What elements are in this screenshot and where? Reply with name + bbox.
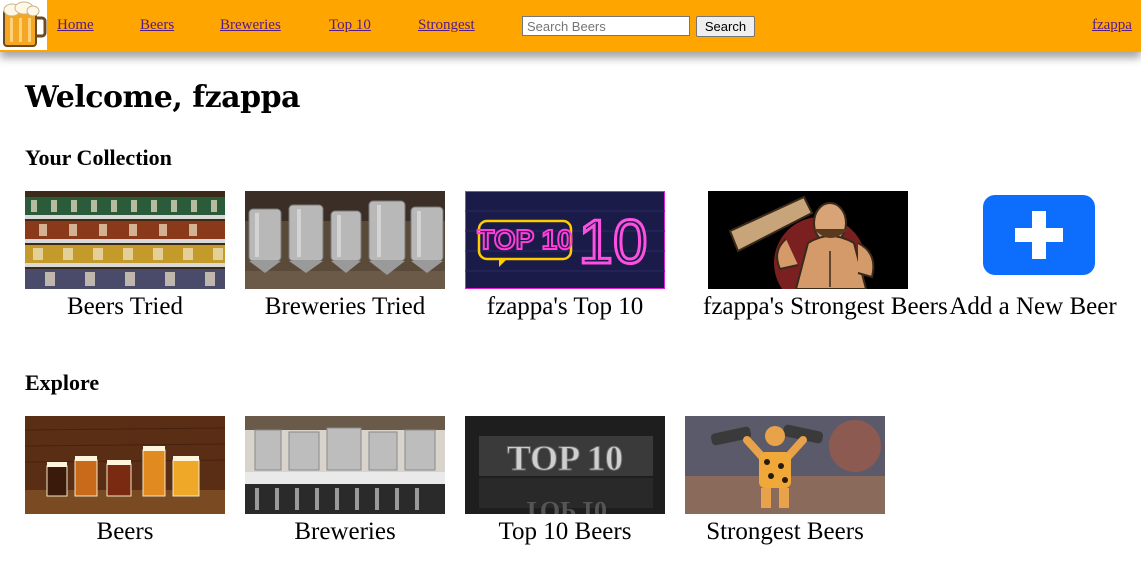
explore-tile-strongest-beers[interactable]: Strongest Beers <box>680 416 890 546</box>
tile-caption: Breweries Tried <box>264 293 426 320</box>
beer-shelves-image <box>25 191 225 289</box>
top-nav-bar: Home Beers Breweries Top 10 Strongest Se… <box>0 0 1141 52</box>
explore-tile-beers[interactable]: Beers <box>20 416 230 546</box>
brewery-bar-image <box>245 416 445 514</box>
top10-neon-text: TOP 10 <box>477 224 572 255</box>
collection-tile-strongest-beers[interactable]: fzappa's Strongest Beers <box>703 191 948 321</box>
nav-link-top-10[interactable]: Top 10 <box>329 17 371 34</box>
brewery-tanks-image <box>245 191 445 289</box>
nav-link-home[interactable]: Home <box>57 17 94 34</box>
nav-link-breweries[interactable]: Breweries <box>220 17 281 34</box>
strongman-image <box>708 191 908 289</box>
tile-caption: Beers Tried <box>67 293 183 320</box>
explore-tile-breweries[interactable]: Breweries <box>240 416 450 546</box>
collection-tile-add-new-beer[interactable]: Add a New Beer <box>928 191 1138 321</box>
explore-tile-top-10-beers[interactable]: TOP 10 TOP 10 Top 10 Beers <box>460 416 670 546</box>
nav-link-beers[interactable]: Beers <box>140 17 174 34</box>
tile-caption: fzappa's Strongest Beers <box>703 293 948 320</box>
add-button-image <box>933 191 1133 289</box>
tile-caption: Breweries <box>294 518 396 545</box>
beer-glasses-image <box>25 416 225 514</box>
collection-section-title: Your Collection <box>25 145 172 170</box>
tile-caption: Top 10 Beers <box>498 518 632 545</box>
search-input[interactable] <box>522 16 690 36</box>
strongman-toy-image <box>685 416 885 514</box>
tile-caption: Add a New Beer <box>949 293 1117 320</box>
welcome-heading: Welcome, fzappa <box>25 80 301 115</box>
svg-text:TOP 10: TOP 10 <box>523 496 607 514</box>
collection-tile-breweries-tried[interactable]: Breweries Tried <box>240 191 450 321</box>
top10-metal-text: TOP 10 <box>507 438 623 478</box>
neon-top-10-image: TOP 10 10 <box>465 191 665 289</box>
collection-tile-beers-tried[interactable]: Beers Tried <box>20 191 230 321</box>
tile-caption: fzappa's Top 10 <box>486 293 644 320</box>
tile-caption: Beers <box>96 518 154 545</box>
svg-text:10: 10 <box>579 208 648 277</box>
explore-section-title: Explore <box>25 370 100 395</box>
beer-mug-logo-icon[interactable] <box>0 0 47 50</box>
tile-caption: Strongest Beers <box>706 518 864 545</box>
user-profile-link[interactable]: fzappa <box>1092 17 1132 34</box>
nav-link-strongest[interactable]: Strongest <box>418 17 475 34</box>
collection-tile-top-10[interactable]: TOP 10 10 fzappa's Top 10 <box>460 191 670 321</box>
metal-top-10-image: TOP 10 TOP 10 <box>465 416 665 514</box>
search-button[interactable]: Search <box>696 16 755 37</box>
